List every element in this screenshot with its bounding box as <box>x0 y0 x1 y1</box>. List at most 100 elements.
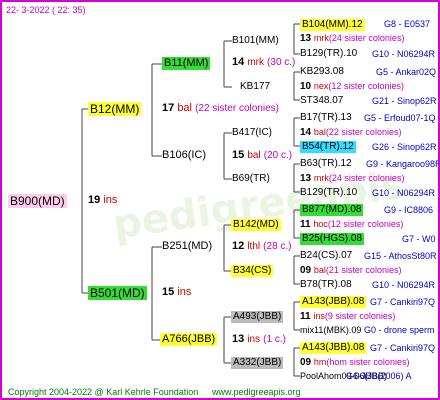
gen4-1-count: 10 <box>300 81 312 92</box>
gen3-queen-b417[interactable]: B417(IC) <box>232 128 272 138</box>
gen4-5-line1[interactable]: B24(CS).07 <box>300 251 352 261</box>
gen2-queen-a766[interactable]: A766(JBB) <box>160 333 218 346</box>
gen1-b501-count: 15 <box>162 286 175 298</box>
gen4-6-origin3: G0 - drone sperm <box>364 325 435 335</box>
gen4-3-note: (24 sister colonies) <box>328 173 405 183</box>
gen2-b106-note: (20 c.) <box>263 150 293 161</box>
gen2-b106-info: 15 bal (20 c.) <box>232 150 292 161</box>
gen4-1-line1[interactable]: KB293.08 <box>300 67 344 77</box>
root-count: 19 <box>88 194 101 206</box>
gen4-0-count: 13 <box>300 33 312 44</box>
gen4-7-origin3: G6-JBB(2006) A <box>346 371 412 381</box>
gen4-6-note: (9 sister colonies) <box>324 311 396 321</box>
gen4-4-suffix: hoc <box>313 219 328 229</box>
gen2-b11-info: 14 mrk (30 c.) <box>232 57 295 68</box>
gen4-1-line3[interactable]: ST348.07 <box>300 96 343 106</box>
gen1-b501-suffix: ins <box>177 286 192 298</box>
gen2-a766-count: 13 <box>232 333 245 345</box>
gen4-2-origin3: G26 - Sinop62R <box>372 142 437 152</box>
gen4-1-origin3: G21 - Sinop62R <box>372 96 437 106</box>
gen2-queen-b106[interactable]: B106(IC) <box>162 150 206 161</box>
gen2-b106-count: 15 <box>232 149 245 161</box>
gen4-2-line1[interactable]: B17(TR).13 <box>300 113 352 123</box>
gen1-queen-b12[interactable]: B12(MM) <box>88 102 142 116</box>
gen4-6-origin1: G7 - Cankiri97Q <box>370 297 436 307</box>
gen3-queen-b69[interactable]: B69(TR) <box>232 174 270 184</box>
gen4-5-count: 09 <box>300 265 312 276</box>
gen3-queen-b142[interactable]: B142(MD) <box>231 219 281 231</box>
gen4-0-line1[interactable]: B104(MM).12 <box>300 19 365 31</box>
gen4-2-count: 14 <box>300 127 312 138</box>
gen4-2-note: (22 sister colonies) <box>325 127 402 137</box>
root-queen[interactable]: B900(MD) <box>8 194 67 208</box>
gen4-0-line3[interactable]: B129(TR).10 <box>300 49 357 59</box>
gen4-2-origin1: G5 - Erfoud07-1Q <box>364 113 436 123</box>
gen4-6-line3[interactable]: mix11(MBK).09 <box>300 326 361 335</box>
gen2-a766-suffix: ins <box>247 334 261 345</box>
gen2-b251-info: 12 lthl (28 c.) <box>232 241 292 252</box>
gen4-4-line1[interactable]: B877(MD).08 <box>300 204 364 216</box>
gen4-6-info: 11 ins(9 sister colonies) <box>300 312 395 322</box>
gen2-b11-count: 14 <box>232 56 245 68</box>
gen4-7-line1[interactable]: A143(JBB).08 <box>300 342 367 354</box>
gen4-7-count: 09 <box>300 357 312 368</box>
gen4-7-info: 09 hm(hom sister colonies) <box>300 358 409 368</box>
gen4-0-note: (24 sister colonies) <box>328 33 405 43</box>
gen4-2-info: 14 bal(22 sister colonies) <box>300 128 401 138</box>
gen4-5-line3[interactable]: B78(TR).08 <box>300 280 352 290</box>
gen4-3-suffix: mrk <box>313 173 329 183</box>
gen2-b11-note: (30 c.) <box>267 57 296 68</box>
gen2-a766-info: 13 ins (1 c.) <box>232 334 286 345</box>
gen3-queen-a332[interactable]: A332(JBB) <box>231 357 284 369</box>
gen4-0-info: 13 mrk(24 sister colonies) <box>300 34 404 44</box>
gen4-5-note: (21 sister colonies) <box>325 265 402 275</box>
gen4-1-info: 10 nex(12 sister colonies) <box>300 82 404 92</box>
gen2-a766-note: (1 c.) <box>263 334 286 345</box>
gen4-3-origin3: G10 - N06294R <box>372 188 436 198</box>
pedigree-frame: pedigreeapis 22- 3-2022 (22: 35) B900(M… <box>0 0 440 400</box>
gen4-0-origin3: G10 - N06294R <box>372 49 436 59</box>
gen4-4-origin1: G9 - IC8806 <box>384 205 434 215</box>
gen1-b12-count: 17 <box>162 102 175 114</box>
gen2-b251-suffix: lthl <box>247 241 261 252</box>
pedigree-connector-lines <box>81 23 300 377</box>
gen4-4-line3[interactable]: B25(HGS).08 <box>300 233 365 245</box>
gen4-0-suffix: mrk <box>313 33 329 43</box>
gen2-queen-b11[interactable]: B11(MM) <box>162 57 211 70</box>
footer-url[interactable]: www.pedigreeapis.org <box>212 388 301 397</box>
gen4-6-line1[interactable]: A143(JBB).08 <box>300 296 367 308</box>
footer-copyright: Copyright 2004-2022 @ Karl Kehrle Founda… <box>8 387 199 397</box>
gen4-1-origin1: G5 - Ankar02Q <box>376 67 437 77</box>
gen4-2-line3[interactable]: B54(TR).12 <box>300 141 356 153</box>
gen4-0-origin1: G8 - E0537 <box>384 19 431 29</box>
root-info: 19 ins <box>88 195 117 206</box>
gen4-5-suffix: bal <box>313 265 326 275</box>
gen3-queen-kb177[interactable]: KB177 <box>240 82 270 92</box>
gen4-4-info: 11 hoc(12 sister colonies) <box>300 220 403 230</box>
gen4-1-suffix: nex <box>313 81 329 91</box>
gen4-3-line1[interactable]: B63(TR).12 <box>300 159 352 169</box>
gen4-5-origin1: G15 - AthosSt80R <box>364 251 437 261</box>
gen4-3-origin1: G9 - Kangaroo98R <box>366 159 440 169</box>
gen1-queen-b501[interactable]: B501(MD) <box>88 286 147 300</box>
gen4-7-suffix: hm <box>313 357 327 367</box>
gen2-b251-note: (28 c.) <box>263 241 292 252</box>
gen4-3-line3[interactable]: B129(TR).10 <box>300 188 357 198</box>
gen4-3-info: 13 mrk(24 sister colonies) <box>300 174 404 184</box>
gen1-b12-suffix: bal <box>177 102 192 114</box>
report-date: 22- 3-2022 ( 22: 35) <box>6 5 86 15</box>
gen4-3-count: 13 <box>300 173 312 184</box>
gen4-6-suffix: ins <box>313 311 325 321</box>
gen3-queen-b101[interactable]: B101(MM) <box>232 36 279 46</box>
gen4-1-note: (12 sister colonies) <box>328 81 404 91</box>
gen4-7-origin1: G7 - Cankiri97Q <box>370 343 436 353</box>
gen3-queen-a493[interactable]: A493(JBB) <box>231 311 284 323</box>
gen2-queen-b251[interactable]: B251(MD) <box>162 241 212 252</box>
gen3-queen-b34[interactable]: B34(CS) <box>231 265 274 277</box>
gen4-4-note: (12 sister colonies) <box>327 219 404 229</box>
gen4-5-info: 09 bal(21 sister colonies) <box>300 266 401 276</box>
gen4-4-count: 11 <box>300 219 311 230</box>
gen4-4-origin3: G7 - W0 <box>402 234 436 244</box>
gen2-b251-count: 12 <box>232 240 245 252</box>
gen4-5-origin3: G10 - N06294R <box>372 280 436 290</box>
